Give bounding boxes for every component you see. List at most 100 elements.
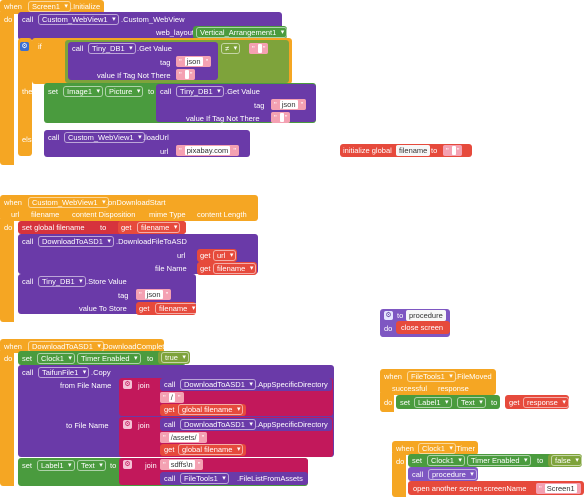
false-dropdown[interactable]: false	[551, 455, 582, 466]
get-response-dropdown[interactable]: response	[523, 397, 569, 408]
set-global-filename-label: set global filename	[22, 223, 85, 232]
from-file-name-label: from File Name	[60, 381, 112, 390]
set-clock-2-label: set	[412, 456, 423, 465]
set-label1-2-to-label: to	[491, 398, 498, 407]
text-property-2-dropdown[interactable]: Text	[457, 397, 486, 408]
picture-property-dropdown[interactable]: Picture	[105, 86, 144, 97]
global-empty-string[interactable]: " "	[443, 145, 463, 156]
then-label: then	[22, 87, 37, 96]
join-label: join	[138, 381, 150, 390]
screen1-dropdown[interactable]: Screen1	[28, 1, 71, 12]
true-dropdown[interactable]: true	[161, 352, 189, 363]
label1-dropdown[interactable]: Label1	[37, 460, 75, 471]
join-3-gear-icon[interactable]: ⚙	[123, 460, 132, 469]
compare-empty-string[interactable]: " "	[249, 43, 269, 54]
call-asd-2-label: call	[164, 420, 176, 429]
global-filename-2-dropdown[interactable]: global filename	[178, 444, 244, 455]
slash-string[interactable]: " / "	[160, 392, 184, 403]
get-value-method: .Get Value	[137, 44, 172, 53]
get-label: get	[121, 223, 132, 232]
do-3-label: do	[4, 354, 13, 363]
copy-method: .Copy	[91, 368, 111, 377]
value-if-2-label: value If Tag Not There	[186, 114, 260, 123]
filetools-dropdown[interactable]: FileTools1	[180, 473, 229, 484]
set-label1-to-label: to	[110, 461, 117, 470]
get-7-label: get	[509, 398, 520, 407]
do-4-label: do	[384, 398, 393, 407]
webview-component-dropdown[interactable]: Custom_WebView1	[38, 14, 119, 25]
if-label-2: if	[38, 42, 42, 51]
param-content-disposition[interactable]: content Disposition	[69, 209, 138, 220]
get-4-label: get	[139, 304, 150, 313]
web-layout-dropdown[interactable]: Vertical_Arrangement1	[196, 27, 288, 38]
clock1-event-dropdown[interactable]: Clock1	[418, 443, 456, 454]
get-filename-3-dropdown[interactable]: filename	[155, 303, 199, 314]
join-3-label: join	[145, 461, 157, 470]
param-successful[interactable]: successful	[389, 383, 430, 394]
file-list-from-assets-method: .FileListFromAssets	[237, 474, 303, 483]
procedure-call-dropdown[interactable]: procedure	[428, 469, 477, 480]
taifun-dropdown[interactable]: TaifunFile1	[38, 367, 90, 378]
call-webview-label: call	[48, 133, 60, 142]
tinydb-2-dropdown[interactable]: Tiny_DB1	[176, 86, 224, 97]
asd-2-dropdown[interactable]: DownloadToASD1	[180, 419, 256, 430]
url-string[interactable]: " pixabay.com "	[176, 145, 240, 156]
file-moved-event: .FileMoved	[455, 372, 492, 381]
empty-string[interactable]: " "	[176, 69, 196, 80]
procedure-do-label: do	[384, 324, 393, 333]
get-url-dropdown[interactable]: url	[213, 250, 237, 261]
global-filename-dropdown[interactable]: global filename	[178, 404, 244, 415]
timer-enabled-2-dropdown[interactable]: Timer Enabled	[467, 455, 531, 466]
assets-string[interactable]: " /assets/ "	[160, 432, 208, 443]
call-tinydb-label: call	[72, 44, 84, 53]
tag-json-string[interactable]: " json "	[176, 56, 212, 67]
on-download-start-event: .onDownloadStart	[106, 198, 166, 207]
filetools-event-dropdown[interactable]: FileTools1	[407, 371, 456, 382]
get-6-label: get	[164, 445, 175, 454]
tinydb-3-dropdown[interactable]: Tiny_DB1	[38, 276, 86, 287]
to-file-name-label: to File Name	[66, 421, 109, 430]
clock1-dropdown[interactable]: Clock1	[37, 353, 75, 364]
join-gear-icon[interactable]: ⚙	[123, 380, 132, 389]
param-content-length[interactable]: content Length	[194, 209, 250, 220]
sdffs-string[interactable]: " sdffs\n "	[160, 459, 204, 470]
procedure-name-field[interactable]: procedure	[406, 310, 446, 321]
join-2-gear-icon[interactable]: ⚙	[123, 420, 132, 429]
get-filename-2-dropdown[interactable]: filename	[213, 263, 257, 274]
screen1-string[interactable]: " Screen1	[536, 483, 581, 494]
empty-string-2[interactable]: " "	[271, 112, 291, 123]
app-specific-directory-method: .AppSpecificDirectory	[256, 380, 328, 389]
get-2-label: get	[200, 251, 211, 260]
procedure-gear-icon[interactable]: ⚙	[384, 311, 393, 320]
value-if-tag-not-there-label: value If Tag Not There	[97, 71, 171, 80]
webview-2-dropdown[interactable]: Custom_WebView1	[64, 132, 145, 143]
store-value-method: .Store Value	[86, 277, 127, 286]
tag-3-label: tag	[118, 291, 129, 300]
clock1-2-dropdown[interactable]: Clock1	[427, 455, 465, 466]
close-screen-block[interactable]: close screen	[401, 322, 443, 333]
initialize-event-label: .Initialize	[71, 2, 101, 11]
webview-event-dropdown[interactable]: Custom_WebView1	[28, 197, 109, 208]
tag-json-2-string[interactable]: " json "	[271, 99, 307, 110]
when-2-label: when	[4, 198, 22, 207]
tag-2-label: tag	[254, 101, 265, 110]
get-filename-dropdown[interactable]: filename	[137, 222, 181, 233]
call-asd-label: call	[164, 380, 176, 389]
timer-enabled-dropdown[interactable]: Timer Enabled	[77, 353, 141, 364]
to-label: to	[148, 87, 155, 96]
tag-json-3-string[interactable]: " json "	[136, 289, 172, 300]
tinydb-dropdown[interactable]: Tiny_DB1	[88, 43, 136, 54]
image1-dropdown[interactable]: Image1	[63, 86, 104, 97]
download-asd-dropdown[interactable]: DownloadToASD1	[38, 236, 114, 247]
param-mime-type[interactable]: mime Type	[146, 209, 189, 220]
tag-label: tag	[160, 58, 171, 67]
param-response[interactable]: response	[435, 383, 472, 394]
do-2-label: do	[4, 223, 13, 232]
param-filename[interactable]: filename	[28, 209, 62, 220]
global-name-field[interactable]: filename	[396, 145, 431, 156]
text-property-dropdown[interactable]: Text	[77, 460, 106, 471]
asd-dropdown[interactable]: DownloadToASD1	[180, 379, 256, 390]
if-gear-icon[interactable]: ⚙	[20, 42, 29, 51]
label1-2-dropdown[interactable]: Label1	[414, 397, 452, 408]
neq-operator-dropdown[interactable]: ≠	[221, 43, 241, 54]
